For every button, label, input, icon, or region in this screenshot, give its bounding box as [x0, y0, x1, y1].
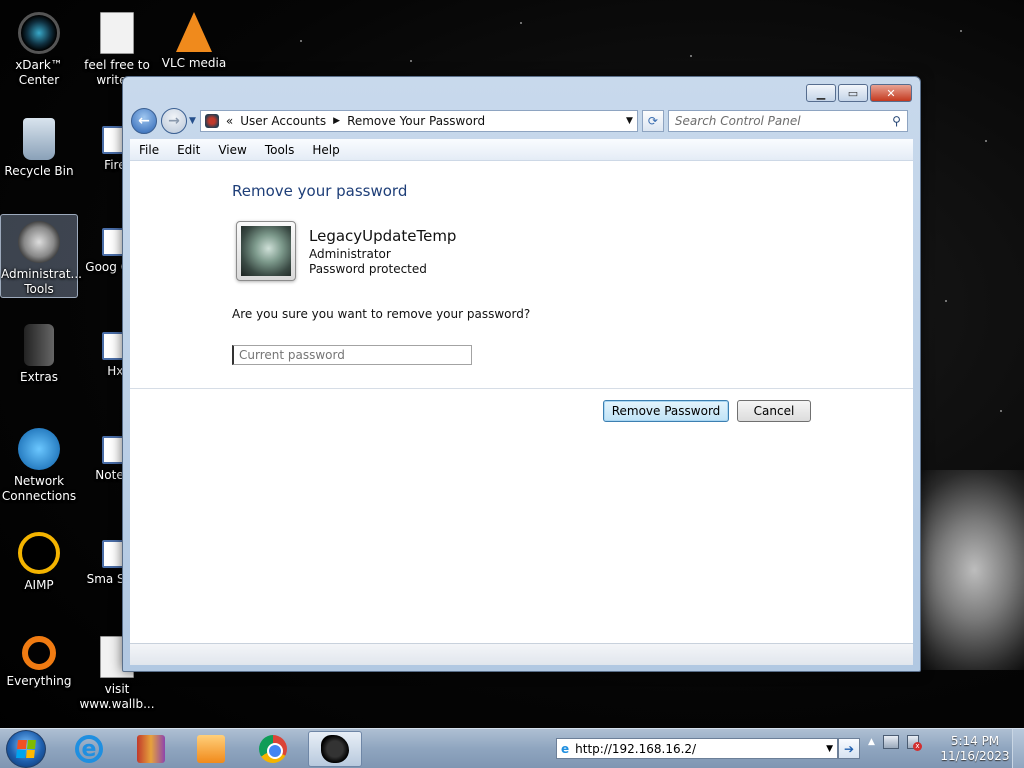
- menu-edit[interactable]: Edit: [168, 143, 209, 157]
- desktop-icon-label: Extras: [20, 370, 58, 384]
- chevron-down-icon[interactable]: ▼: [626, 116, 633, 126]
- cancel-button[interactable]: Cancel: [737, 400, 811, 422]
- network-status-icon[interactable]: [882, 735, 899, 749]
- chrome-icon: [259, 735, 287, 763]
- search-placeholder: Search Control Panel: [674, 114, 801, 128]
- breadcrumb-remove-password[interactable]: Remove Your Password: [347, 114, 485, 128]
- user-role: Administrator: [309, 247, 391, 261]
- desktop-icon-admin-tools[interactable]: Administrat... Tools: [0, 214, 82, 298]
- admin-tools-icon: [18, 221, 60, 263]
- system-tray: ▲ x: [868, 735, 922, 751]
- desktop-icon-vlc[interactable]: VLC media: [155, 6, 233, 71]
- desktop-icon-label: VLC media: [161, 56, 227, 70]
- taskbar-address-value[interactable]: http://192.168.16.2/: [575, 742, 696, 756]
- maximize-button[interactable]: ▭: [838, 84, 868, 102]
- taskbar-internet-explorer[interactable]: e: [62, 731, 116, 767]
- user-password-status: Password protected: [309, 262, 427, 276]
- clock-time: 5:14 PM: [950, 734, 1000, 748]
- remove-password-button[interactable]: Remove Password: [603, 400, 729, 422]
- tray-expand-icon[interactable]: ▲: [868, 737, 875, 747]
- desktop-icon-xdark-center[interactable]: xDark™ Center: [0, 6, 78, 88]
- desktop-icon-label: visit www.wallb...: [79, 682, 155, 711]
- folder-icon: [24, 324, 54, 366]
- window-controls: ▁ ▭ ✕: [806, 84, 912, 102]
- recent-pages-dropdown[interactable]: ▼: [189, 116, 196, 126]
- minimize-button[interactable]: ▁: [806, 84, 836, 102]
- taskbar-address-toolbar[interactable]: e http://192.168.16.2/ ▼: [556, 738, 838, 759]
- everything-icon: [22, 636, 56, 670]
- internet-explorer-icon: e: [75, 735, 103, 763]
- xdark-icon: [18, 12, 60, 54]
- aimp-icon: [18, 532, 60, 574]
- desktop-icon-label: Everything: [6, 674, 72, 688]
- close-button[interactable]: ✕: [870, 84, 912, 102]
- document-icon: [100, 12, 134, 54]
- back-button[interactable]: ←: [131, 108, 157, 134]
- user-name: LegacyUpdateTemp: [309, 227, 457, 245]
- go-button[interactable]: ➔: [838, 738, 860, 759]
- avatar: [236, 221, 296, 281]
- address-bar[interactable]: « User Accounts ▶ Remove Your Password ▼: [199, 110, 638, 132]
- media-player-icon: [197, 735, 225, 763]
- show-desktop-button[interactable]: [1012, 729, 1024, 768]
- network-icon: [18, 428, 60, 470]
- search-box[interactable]: Search Control Panel ⚲: [667, 110, 908, 132]
- taskbar-control-panel[interactable]: [308, 731, 362, 767]
- vlc-icon: [176, 12, 212, 52]
- forward-button[interactable]: →: [161, 108, 187, 134]
- divider: [130, 388, 913, 389]
- windows-logo-icon: [16, 740, 36, 758]
- menu-help[interactable]: Help: [303, 143, 348, 157]
- menu-bar: File Edit View Tools Help: [130, 139, 913, 161]
- confirmation-question: Are you sure you want to remove your pas…: [232, 307, 531, 321]
- desktop-icon-label: xDark™ Center: [15, 58, 63, 87]
- desktop-icon-label: Administrat... Tools: [1, 267, 82, 296]
- chevron-down-icon[interactable]: ▼: [826, 744, 833, 754]
- taskbar-media-player[interactable]: [184, 731, 238, 767]
- desktop-icon-recycle-bin[interactable]: Recycle Bin: [0, 112, 78, 179]
- search-icon[interactable]: ⚲: [892, 114, 901, 128]
- main-content: Remove your password LegacyUpdateTemp Ad…: [130, 161, 913, 643]
- desktop-icon-everything[interactable]: Everything: [0, 630, 78, 689]
- control-panel-icon: [321, 735, 349, 763]
- clock-date: 11/16/2023: [940, 749, 1010, 763]
- desktop-icon-aimp[interactable]: AIMP: [0, 526, 78, 593]
- taskbar-chrome[interactable]: [246, 731, 300, 767]
- taskbar-archive[interactable]: [124, 731, 178, 767]
- clock[interactable]: 5:14 PM 11/16/2023: [940, 734, 1010, 764]
- volume-icon[interactable]: x: [906, 735, 922, 751]
- menu-tools[interactable]: Tools: [256, 143, 304, 157]
- desktop-icon-network-connections[interactable]: Network Connections: [0, 422, 78, 504]
- breadcrumb-overflow[interactable]: «: [226, 114, 233, 128]
- breadcrumb-user-accounts[interactable]: User Accounts: [240, 114, 326, 128]
- archive-icon: [137, 735, 165, 763]
- menu-view[interactable]: View: [209, 143, 255, 157]
- start-button[interactable]: [6, 730, 46, 768]
- current-password-field[interactable]: [232, 345, 472, 365]
- user-picture-icon: [241, 226, 291, 276]
- internet-explorer-icon: e: [561, 741, 570, 756]
- desktop-icon-label: Recycle Bin: [4, 164, 74, 178]
- breadcrumb-separator-icon[interactable]: ▶: [333, 116, 340, 126]
- refresh-button[interactable]: ⟳: [641, 110, 664, 132]
- menu-file[interactable]: File: [130, 143, 168, 157]
- desktop-icon-extras[interactable]: Extras: [0, 318, 78, 385]
- desktop-icon-label: AIMP: [24, 578, 54, 592]
- control-panel-window: ▁ ▭ ✕ ← → ▼ « User Accounts ▶ Remove You…: [122, 76, 921, 672]
- desktop-icon-label: Network Connections: [1, 474, 77, 503]
- navigation-bar: ← → ▼ « User Accounts ▶ Remove Your Pass…: [131, 107, 912, 135]
- taskbar: e e http://192.168.16.2/ ▼ ➔ ▲ x 5:14 PM…: [0, 728, 1024, 768]
- status-bar: [130, 643, 913, 665]
- recycle-bin-icon: [23, 118, 55, 160]
- control-panel-icon: [204, 114, 219, 128]
- page-title: Remove your password: [232, 182, 408, 200]
